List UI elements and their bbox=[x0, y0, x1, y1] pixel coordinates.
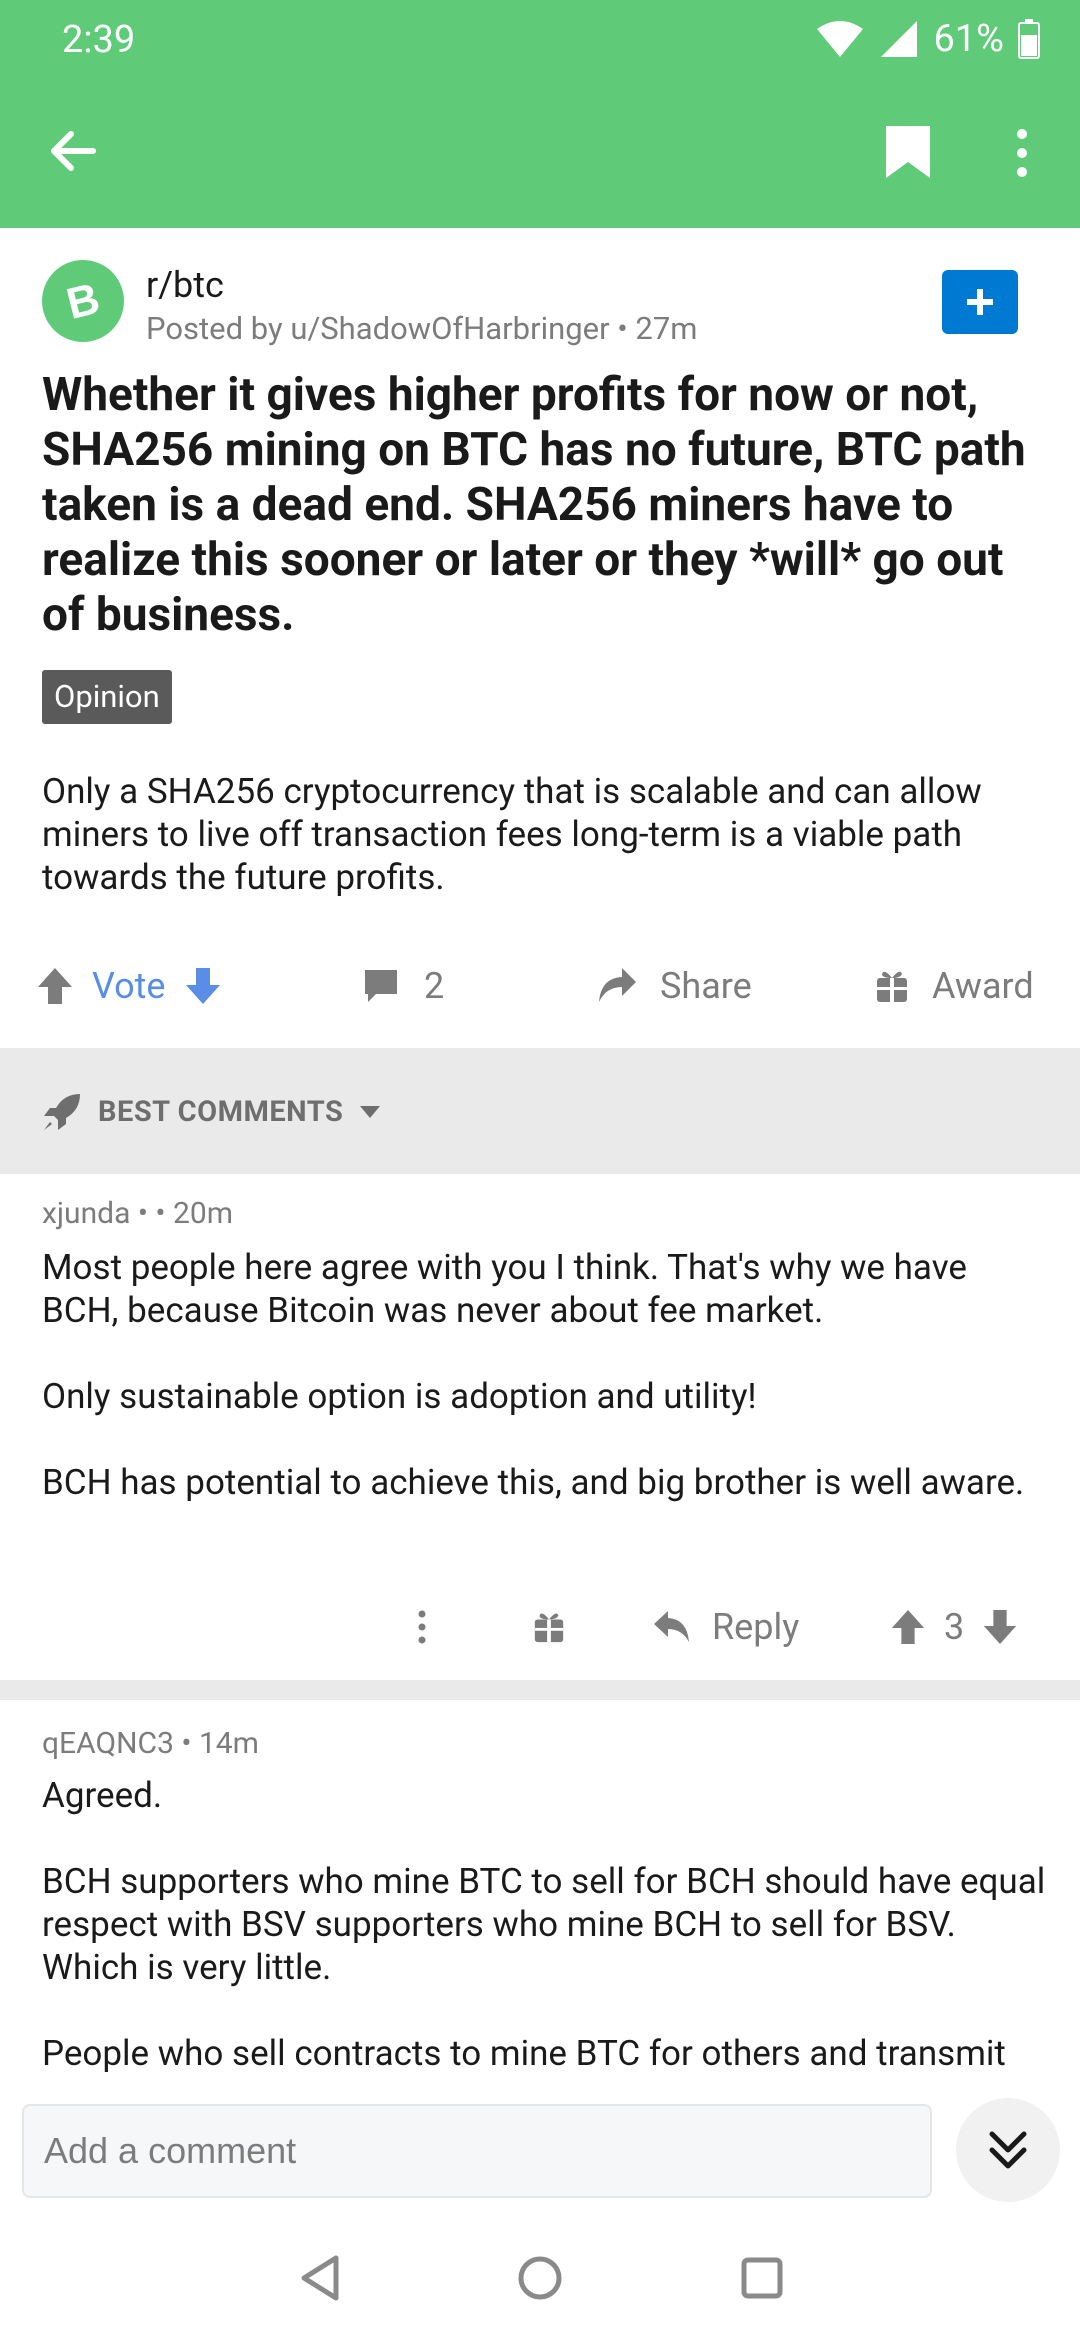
join-subreddit-button[interactable] bbox=[942, 270, 1018, 334]
gift-icon bbox=[877, 971, 907, 1002]
app-header: 2:39 61% bbox=[0, 0, 1080, 228]
comment-paragraph: BCH has potential to achieve this, and b… bbox=[42, 1462, 1025, 1503]
comment-reply-button[interactable]: Reply bbox=[652, 1592, 799, 1662]
share-label: Share bbox=[660, 965, 752, 1007]
share-arrow-icon bbox=[599, 968, 636, 1002]
downvote-arrow-icon[interactable] bbox=[184, 966, 222, 1006]
add-comment-input[interactable] bbox=[22, 2104, 932, 2198]
back-button[interactable] bbox=[40, 118, 106, 184]
comment-paragraph: BCH supporters who mine BTC to sell for … bbox=[42, 1861, 1046, 1988]
share-button[interactable]: Share bbox=[596, 956, 752, 1016]
more-vertical-icon bbox=[1017, 129, 1027, 177]
rocket-icon bbox=[44, 1094, 80, 1130]
comment-sort-bar: BEST COMMENTS bbox=[0, 1048, 1080, 1174]
status-bar: 2:39 61% bbox=[0, 0, 1080, 80]
comment-award-button[interactable] bbox=[524, 1592, 574, 1662]
post-flair[interactable]: Opinion bbox=[42, 670, 172, 724]
bookmark-button[interactable] bbox=[880, 122, 940, 182]
reply-label: Reply bbox=[712, 1606, 800, 1648]
comment-composer bbox=[0, 2086, 1080, 2210]
award-button[interactable]: Award bbox=[874, 956, 1034, 1016]
comment: xjunda • • 20m Most people here agree wi… bbox=[0, 1174, 1080, 1674]
comment-bubble-icon bbox=[365, 970, 397, 1002]
subreddit-name[interactable]: r/btc bbox=[146, 264, 224, 306]
comment-count: 2 bbox=[424, 965, 445, 1007]
chevron-down-icon bbox=[360, 1106, 381, 1118]
comment-actions: Reply 3 bbox=[0, 1592, 1080, 1662]
battery-icon bbox=[1018, 19, 1040, 59]
circle-home-icon bbox=[518, 2256, 562, 2300]
system-navigation-bar bbox=[0, 2210, 1080, 2340]
comment-paragraph: Agreed. bbox=[42, 1775, 163, 1816]
more-options-button[interactable] bbox=[992, 118, 1052, 188]
comment-divider bbox=[0, 1680, 1080, 1700]
reply-arrow-icon bbox=[654, 1611, 689, 1642]
upvote-arrow-icon[interactable] bbox=[890, 1608, 926, 1646]
downvote-arrow-icon[interactable] bbox=[982, 1608, 1018, 1646]
bitcoin-cash-icon: B bbox=[62, 274, 105, 328]
comments-button[interactable]: 2 bbox=[362, 956, 444, 1016]
double-chevron-down-icon bbox=[989, 2131, 1027, 2169]
subreddit-avatar[interactable]: B bbox=[42, 260, 124, 342]
triangle-back-icon bbox=[301, 2255, 339, 2301]
post-title: Whether it gives higher profits for now … bbox=[42, 368, 1026, 642]
arrow-left-icon bbox=[51, 131, 96, 171]
post-actions: Vote 2 Share Award bbox=[0, 926, 1080, 1046]
square-recents-icon bbox=[741, 2257, 783, 2299]
status-icons: 61% bbox=[815, 14, 1040, 64]
comment-paragraph: Most people here agree with you I think.… bbox=[42, 1247, 967, 1331]
comment-vote-controls: 3 bbox=[890, 1592, 1018, 1662]
comment-paragraph: People who sell contracts to mine BTC fo… bbox=[42, 2033, 1006, 2074]
status-time: 2:39 bbox=[62, 18, 136, 62]
vote-label[interactable]: Vote bbox=[92, 965, 166, 1007]
post-meta: Posted by u/ShadowOfHarbringer • 27m bbox=[146, 310, 698, 347]
next-comment-button[interactable] bbox=[956, 2098, 1060, 2202]
comment-score: 3 bbox=[944, 1606, 965, 1648]
bookmark-icon bbox=[886, 126, 930, 178]
more-vertical-icon bbox=[418, 1610, 426, 1644]
post-body: Only a SHA256 cryptocurrency that is sca… bbox=[42, 771, 982, 898]
comment-meta[interactable]: qEAQNC3 • 14m bbox=[42, 1726, 259, 1761]
nav-recents-button[interactable] bbox=[732, 2248, 792, 2308]
comment-more-button[interactable] bbox=[400, 1592, 444, 1662]
comment-body: Agreed. BCH supporters who mine BTC to s… bbox=[42, 1774, 1052, 2086]
nav-home-button[interactable] bbox=[510, 2248, 570, 2308]
upvote-arrow-icon[interactable] bbox=[36, 966, 74, 1006]
battery-percent: 61% bbox=[933, 17, 1004, 61]
nav-back-button[interactable] bbox=[290, 2248, 350, 2308]
wifi-icon bbox=[817, 21, 864, 57]
comment: qEAQNC3 • 14m Agreed. BCH supporters who… bbox=[0, 1700, 1080, 2086]
comment-body: Most people here agree with you I think.… bbox=[42, 1246, 1052, 1547]
award-label: Award bbox=[932, 965, 1034, 1007]
comment-sort-selector[interactable]: BEST COMMENTS bbox=[42, 1084, 381, 1140]
comment-meta[interactable]: xjunda • • 20m bbox=[42, 1196, 233, 1231]
svg-text:B: B bbox=[62, 274, 105, 328]
vote-controls: Vote bbox=[36, 956, 222, 1016]
plus-icon bbox=[967, 289, 993, 315]
cell-signal-icon bbox=[881, 21, 918, 57]
gift-icon bbox=[534, 1613, 564, 1643]
comment-paragraph: Only sustainable option is adoption and … bbox=[42, 1376, 757, 1417]
sort-label: BEST COMMENTS bbox=[98, 1095, 344, 1129]
